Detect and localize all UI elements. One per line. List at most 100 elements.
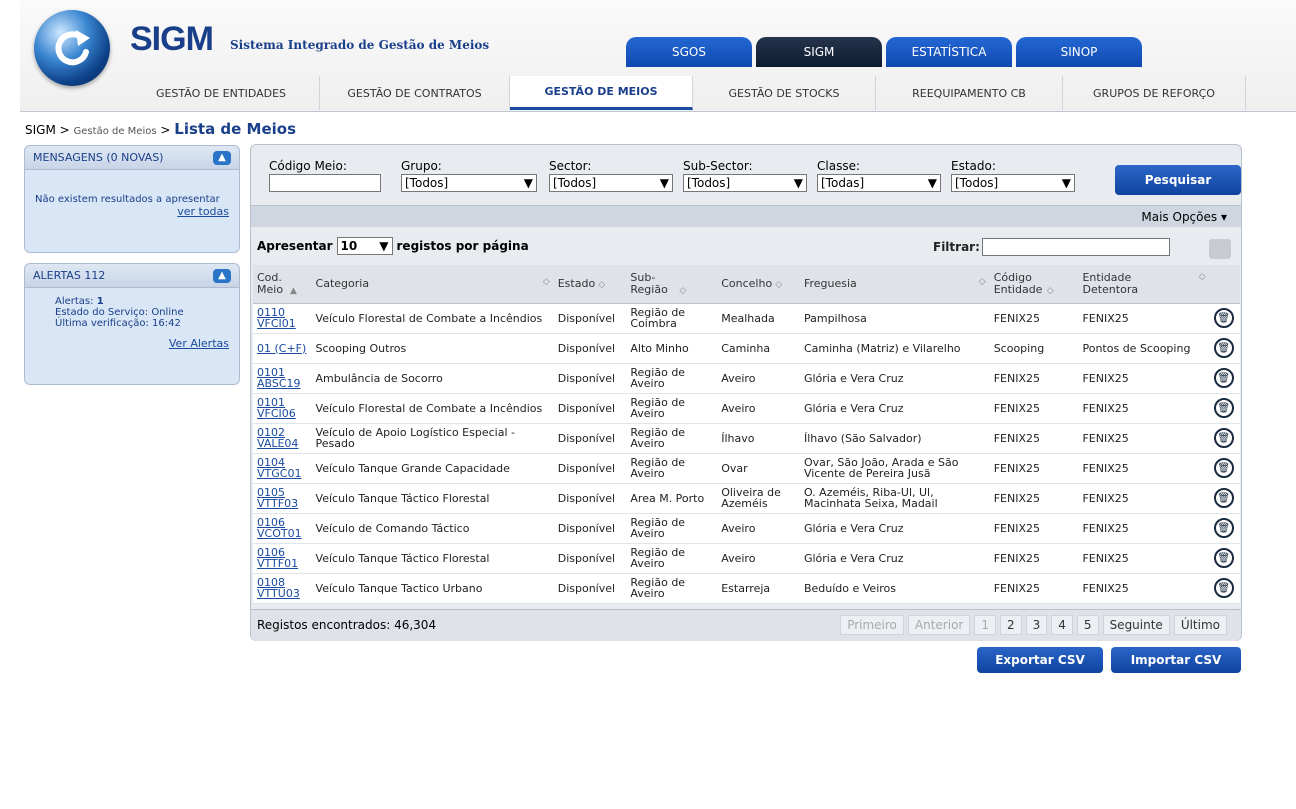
tab-sinop[interactable]: SINOP (1016, 37, 1142, 67)
pager-previous[interactable]: Anterior (907, 615, 971, 635)
cell-cod-meio[interactable]: 0110 VFCI01 (253, 303, 312, 334)
cell-cod-meio[interactable]: 0105 VTTF03 (253, 483, 312, 514)
pager-next[interactable]: Seguinte (1102, 615, 1170, 635)
cod-meio-link[interactable]: 0104 VTGC01 (257, 456, 301, 480)
page-size-select[interactable]: 10 ▼ (336, 237, 393, 255)
cod-meio-link[interactable]: 0101 VFCI06 (257, 396, 296, 420)
estado-select[interactable]: [Todos] ▼ (951, 174, 1075, 192)
subnav-grupos-reforco[interactable]: GRUPOS DE REFORÇO (1063, 76, 1246, 110)
delete-icon[interactable]: 🗑 (1213, 338, 1234, 358)
table-row[interactable]: 0101 ABSC19 Ambulância de Socorro Disponív… (253, 363, 1240, 394)
breadcrumb-mid[interactable]: Gestão de Meios (74, 126, 157, 137)
subsector-select[interactable]: [Todos] ▼ (683, 174, 807, 192)
cell-cod-meio[interactable]: 0108 VTTU03 (253, 573, 312, 604)
table-row[interactable]: 0110 VFCI01 Veículo Florestal de Combate … (253, 303, 1240, 334)
pager-page-1[interactable]: 1 (974, 615, 996, 635)
header-subregiao[interactable]: Sub-Região ◇ (626, 265, 718, 304)
table-row[interactable]: 0108 VTTU03 Veículo Tanque Tactico Urbano… (253, 573, 1240, 604)
cell-entidade-detentora: FENIX25 (1078, 543, 1210, 574)
import-csv-button[interactable]: Importar CSV (1111, 647, 1241, 673)
pagination: Primeiro Anterior 1 2 3 4 5 Seguinte Últ… (840, 615, 1227, 635)
delete-icon[interactable]: 🗑 (1213, 308, 1234, 328)
header-codigo-entidade[interactable]: Código Entidade ◇ (989, 265, 1079, 304)
classe-select[interactable]: [Todas] ▼ (817, 174, 941, 192)
header-freguesia[interactable]: Freguesia ◇ (799, 265, 990, 304)
delete-icon[interactable]: 🗑 (1213, 368, 1234, 388)
cell-concelho: Oliveira de Azeméis (717, 483, 800, 514)
cloud-upload-icon[interactable]: ▲ (213, 150, 231, 165)
cod-meio-link[interactable]: 0105 VTTF03 (257, 486, 298, 510)
subnav-gestao-stocks[interactable]: GESTÃO DE STOCKS (693, 76, 876, 110)
subnav-gestao-contratos[interactable]: GESTÃO DE CONTRATOS (320, 76, 510, 110)
table-row[interactable]: 01 (C+F) Scooping Outros Disponível Alto Mi… (253, 333, 1240, 364)
print-icon[interactable] (1209, 239, 1231, 259)
subnav-gestao-entidades[interactable]: GESTÃO DE ENTIDADES (123, 76, 320, 110)
delete-icon[interactable]: 🗑 (1213, 398, 1234, 418)
filter-grupo: Grupo: [Todos] ▼ (401, 159, 547, 195)
header-estado[interactable]: Estado ◇ (553, 265, 627, 304)
table-row[interactable]: 0105 VTTF03 Veículo Tanque Táctico Flores… (253, 483, 1240, 514)
cell-actions: 🗑 (1209, 423, 1240, 454)
subnav-gestao-meios[interactable]: GESTÃO DE MEIOS (510, 76, 693, 110)
cell-cod-meio[interactable]: 01 (C+F) (253, 333, 312, 364)
pager-page-5[interactable]: 5 (1076, 615, 1099, 635)
delete-icon[interactable]: 🗑 (1213, 458, 1234, 478)
cod-meio-link[interactable]: 0101 ABSC19 (257, 366, 301, 390)
cell-estado: Disponível (553, 573, 627, 604)
cod-meio-link[interactable]: 0110 VFCI01 (257, 306, 296, 330)
delete-icon[interactable]: 🗑 (1213, 488, 1234, 508)
cloud-upload-icon[interactable]: ▲ (213, 268, 231, 283)
table-row[interactable]: 0102 VALE04 Veículo de Apoio Logístico Es… (253, 423, 1240, 454)
cell-cod-meio[interactable]: 0106 VCOT01 (253, 513, 312, 544)
delete-icon[interactable]: 🗑 (1213, 428, 1234, 448)
cell-cod-meio[interactable]: 0101 VFCI06 (253, 393, 312, 424)
filter-input[interactable] (981, 238, 1170, 256)
pager-first[interactable]: Primeiro (840, 615, 904, 635)
breadcrumb-root[interactable]: SIGM (25, 123, 56, 137)
delete-icon[interactable]: 🗑 (1213, 578, 1234, 598)
subnav-reequipamento[interactable]: REEQUIPAMENTO CB (876, 76, 1063, 110)
delete-icon[interactable]: 🗑 (1213, 518, 1234, 538)
more-options-toggle[interactable]: Mais Opções ▾ (1141, 210, 1227, 224)
tab-estatistica[interactable]: ESTATÍSTICA (886, 37, 1012, 67)
table-row[interactable]: 0104 VTGC01 Veículo Tanque Grande Capacid… (253, 453, 1240, 484)
cell-concelho: Ílhavo (717, 423, 800, 454)
search-button[interactable]: Pesquisar (1115, 165, 1241, 195)
cod-meio-link[interactable]: 01 (C+F) (257, 342, 306, 355)
chevron-down-icon: ▼ (927, 176, 937, 190)
header-categoria[interactable]: Categoria ◇ (311, 265, 554, 304)
cell-categoria: Veículo Tanque Grande Capacidade (311, 453, 554, 484)
sector-select[interactable]: [Todos] ▼ (549, 174, 673, 192)
sigm-logo-icon[interactable] (34, 10, 110, 86)
header-entidade-detentora[interactable]: Entidade Detentora ◇ (1078, 265, 1210, 304)
cod-meio-link[interactable]: 0108 VTTU03 (257, 576, 300, 600)
pager-last[interactable]: Último (1173, 615, 1227, 635)
cell-entidade-detentora: FENIX25 (1078, 393, 1210, 424)
codigo-input[interactable] (269, 174, 381, 192)
grupo-select[interactable]: [Todos] ▼ (401, 174, 537, 192)
cell-cod-meio[interactable]: 0101 ABSC19 (253, 363, 312, 394)
cell-concelho: Aveiro (717, 513, 800, 544)
table-row[interactable]: 0101 VFCI06 Veículo Florestal de Combate … (253, 393, 1240, 424)
see-alerts-link[interactable]: Ver Alertas (55, 337, 229, 350)
table-row[interactable]: 0106 VCOT01 Veículo de Comando Táctico Dis… (253, 513, 1240, 544)
pager-page-4[interactable]: 4 (1051, 615, 1073, 635)
tab-sgos[interactable]: SGOS (626, 37, 752, 67)
export-csv-button[interactable]: Exportar CSV (977, 647, 1103, 673)
pager-page-3[interactable]: 3 (1025, 615, 1048, 635)
cell-cod-meio[interactable]: 0104 VTGC01 (253, 453, 312, 484)
cell-cod-meio[interactable]: 0102 VALE04 (253, 423, 312, 454)
see-all-messages-link[interactable]: ver todas (35, 205, 229, 218)
delete-icon[interactable]: 🗑 (1213, 548, 1234, 568)
cell-cod-meio[interactable]: 0106 VTTF01 (253, 543, 312, 574)
header-concelho[interactable]: Concelho ◇ (717, 265, 800, 304)
pager-page-2[interactable]: 2 (1000, 615, 1022, 635)
tab-sigm[interactable]: SIGM (756, 37, 882, 67)
cell-freguesia: Glória e Vera Cruz (799, 513, 990, 544)
header-cod-meio[interactable]: Cod. Meio ▲ (253, 265, 312, 304)
table-row[interactable]: 0106 VTTF01 Veículo Tanque Táctico Flores… (253, 543, 1240, 574)
cell-entidade-detentora: FENIX25 (1078, 363, 1210, 394)
cod-meio-link[interactable]: 0106 VCOT01 (257, 516, 302, 540)
cod-meio-link[interactable]: 0106 VTTF01 (257, 546, 298, 570)
cod-meio-link[interactable]: 0102 VALE04 (257, 426, 298, 450)
